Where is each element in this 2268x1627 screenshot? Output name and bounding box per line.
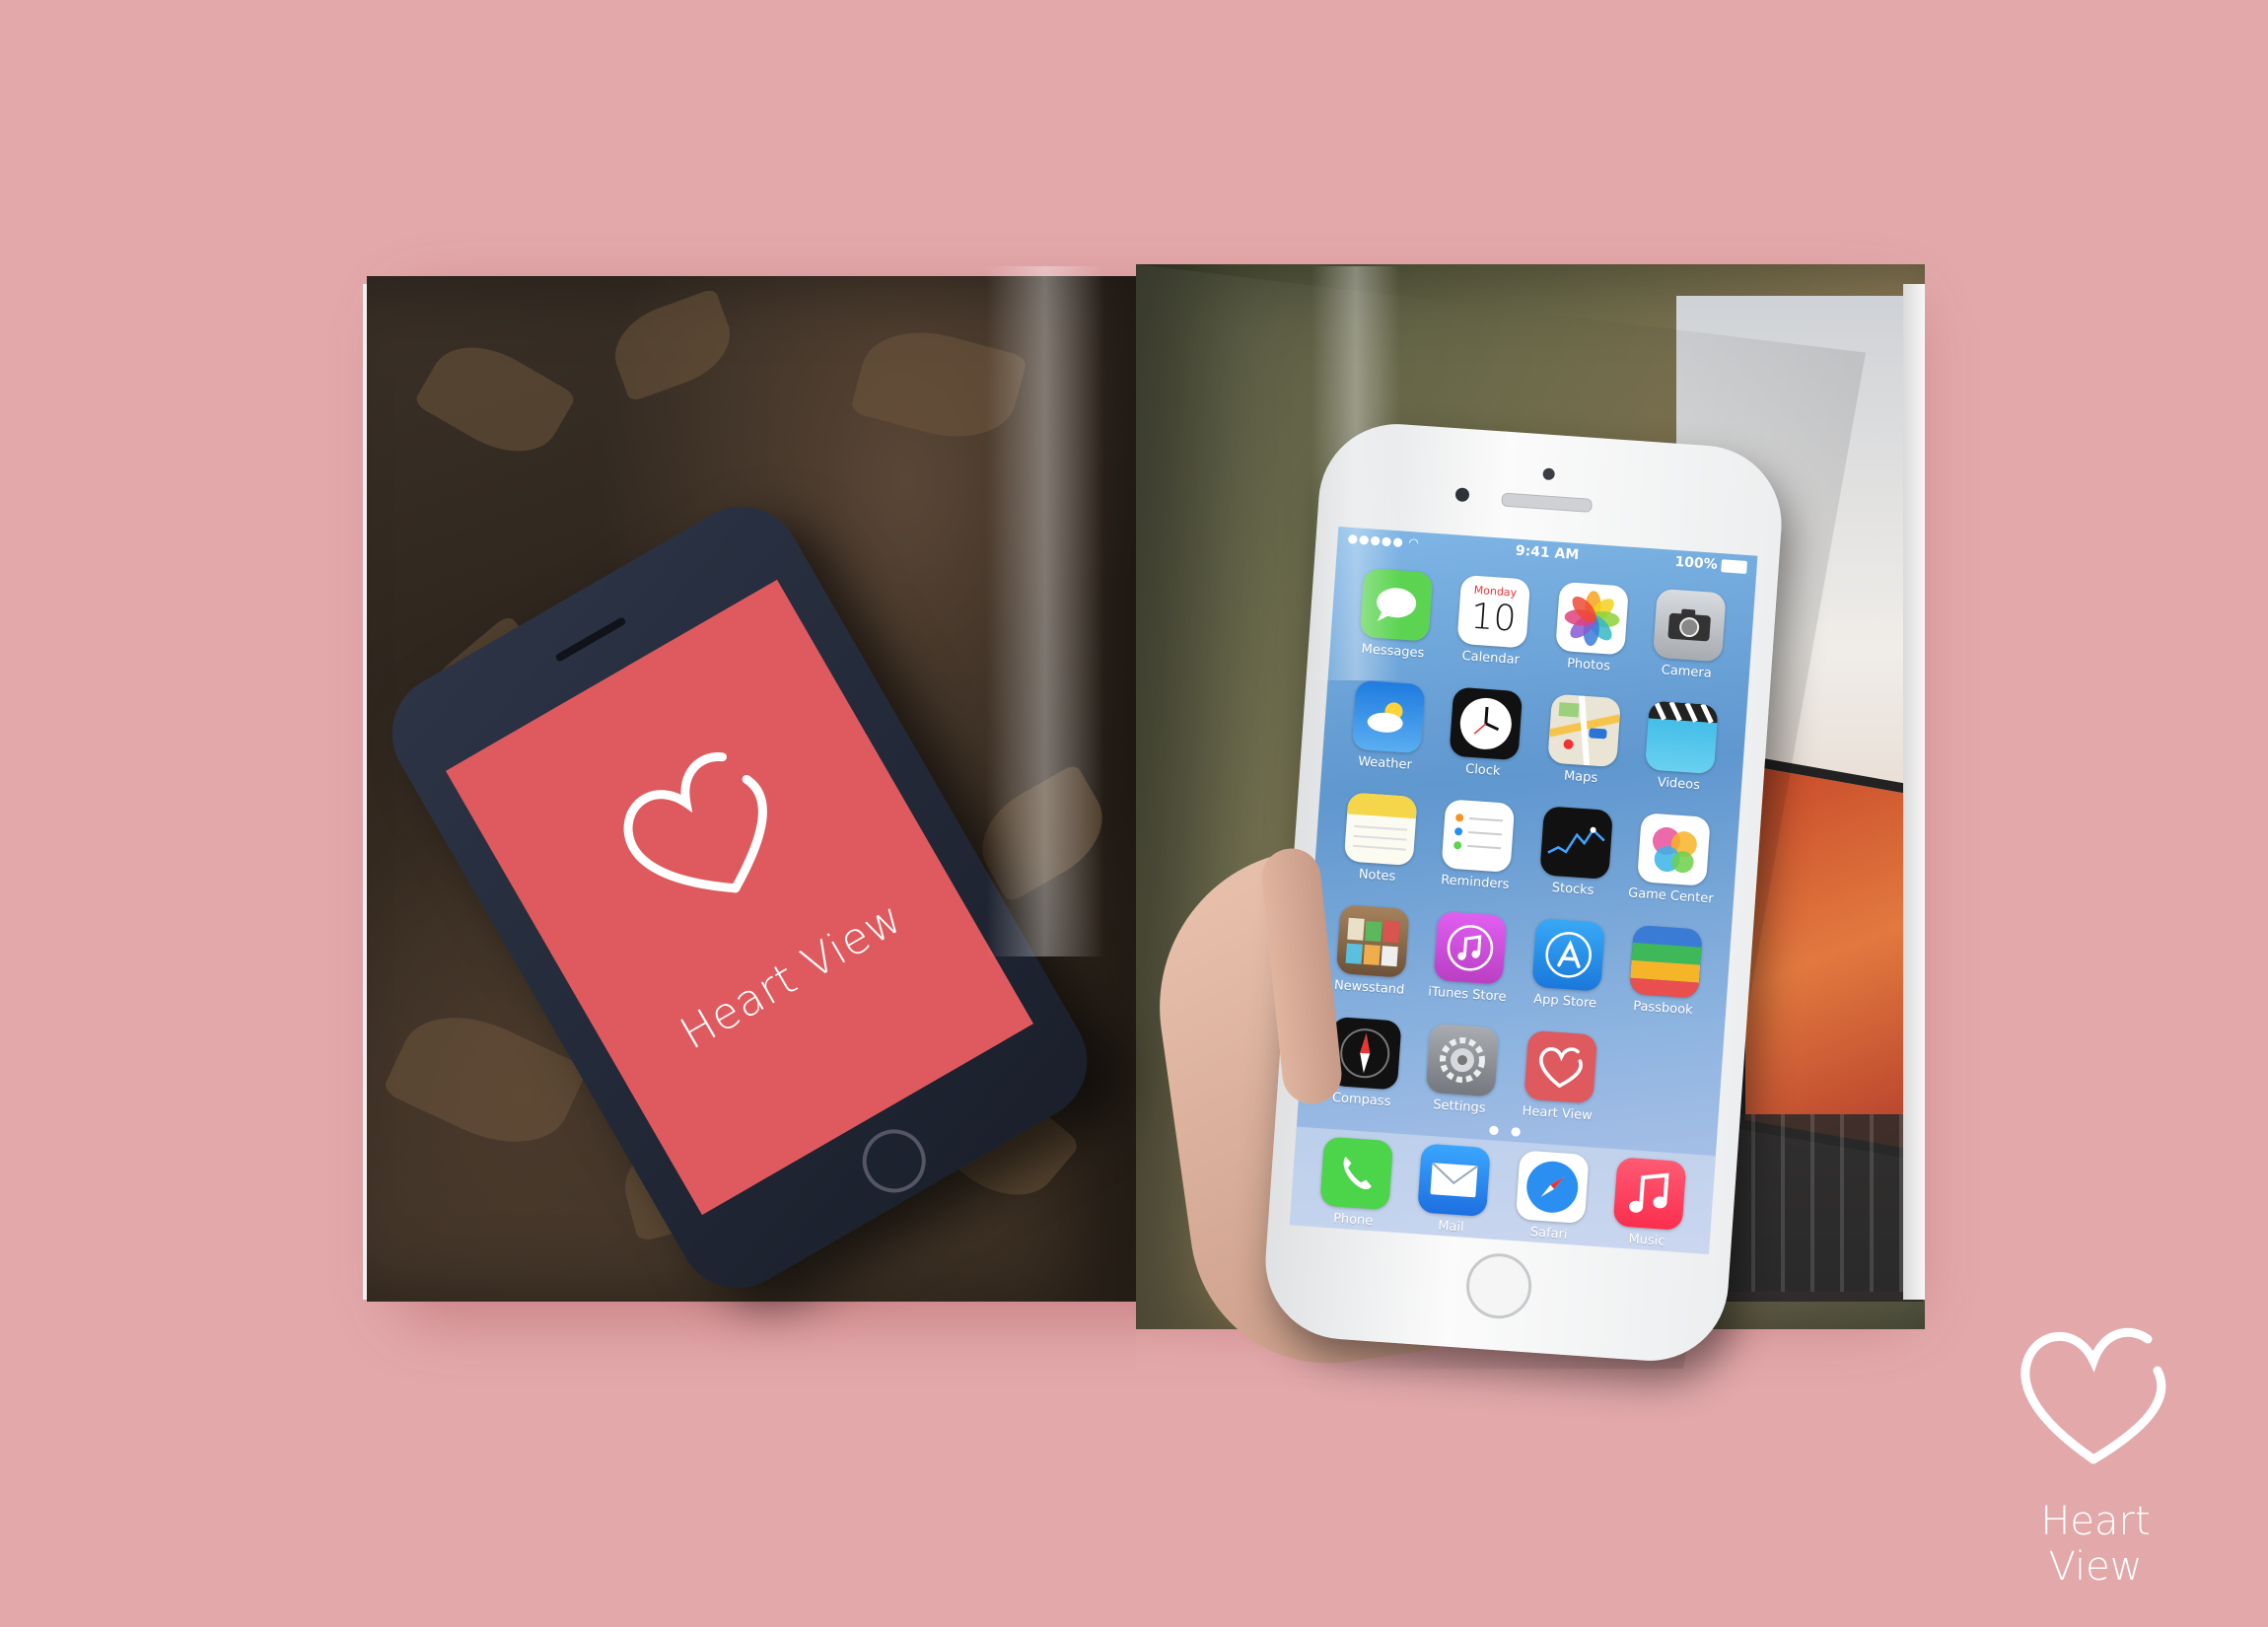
home-button (1463, 1251, 1534, 1321)
magazine-shelf-icon (1335, 904, 1410, 978)
app-label: Mail (1437, 1218, 1465, 1236)
app-label: Calendar (1461, 649, 1521, 669)
app-label: Notes (1358, 867, 1396, 884)
front-camera (1454, 487, 1470, 503)
app-maps[interactable]: Maps (1531, 692, 1636, 788)
app-newsstand[interactable]: Newsstand (1319, 903, 1424, 999)
stock-chart-icon (1539, 806, 1613, 880)
app-itunes-store[interactable]: iTunes Store (1418, 910, 1523, 1006)
music-note-icon (1612, 1157, 1687, 1232)
app-app-store[interactable]: App Store (1516, 917, 1620, 1013)
dock-app-music[interactable]: Music (1597, 1156, 1702, 1251)
logo-brand-name: Heart View (2040, 1499, 2151, 1590)
flower-icon (1554, 581, 1629, 656)
app-label: Reminders (1440, 873, 1510, 892)
heart-icon (2020, 1327, 2166, 1464)
camera-icon (1653, 588, 1727, 663)
app-label: iTunes Store (1427, 984, 1507, 1006)
app-label: App Store (1532, 991, 1597, 1012)
calendar-day-number: 10 (1469, 596, 1518, 640)
app-label: Newsstand (1333, 977, 1405, 998)
app-label: Photos (1566, 656, 1611, 674)
dock-app-mail[interactable]: Mail (1401, 1142, 1506, 1238)
magazine-spread: Heart View ●●●●● ◠ 9:41 AM 100% Messages (0, 0, 2268, 1627)
app-label: Music (1627, 1232, 1666, 1249)
app-clock[interactable]: Clock (1434, 686, 1538, 782)
app-label: Passbook (1632, 999, 1694, 1019)
right-page-edge (1903, 284, 1925, 1300)
app-game-center[interactable]: Game Center (1621, 812, 1726, 907)
corner-logo: Heart View (1992, 1321, 2199, 1590)
app-label: Safari (1529, 1225, 1569, 1242)
wallet-icon (1629, 924, 1704, 999)
app-stocks[interactable]: Stocks (1524, 805, 1628, 900)
leaf (412, 326, 578, 472)
notepad-icon (1343, 792, 1418, 867)
clapperboard-icon (1645, 700, 1719, 775)
status-battery: 100% (1673, 553, 1719, 573)
phone-speaker (1501, 492, 1594, 513)
app-store-icon (1531, 917, 1605, 992)
app-passbook[interactable]: Passbook (1613, 924, 1718, 1020)
phone-icon (1319, 1136, 1393, 1211)
app-settings[interactable]: Settings (1410, 1023, 1515, 1118)
app-label: Camera (1661, 663, 1713, 681)
app-notes[interactable]: Notes (1327, 791, 1432, 886)
map-icon (1546, 693, 1621, 768)
app-weather[interactable]: Weather (1335, 679, 1440, 775)
calendar-icon: Monday 10 (1456, 574, 1531, 649)
compass-needle-icon (1515, 1150, 1590, 1225)
app-label: Clock (1464, 761, 1501, 780)
gloss-highlight (1311, 266, 1400, 680)
app-reminders[interactable]: Reminders (1426, 798, 1530, 893)
heart-icon (623, 752, 767, 893)
gear-icon (1425, 1023, 1500, 1097)
app-label: Compass (1331, 1090, 1391, 1110)
app-camera[interactable]: Camera (1637, 588, 1741, 683)
app-label: Settings (1432, 1097, 1487, 1116)
app-videos[interactable]: Videos (1629, 699, 1734, 795)
app-label: Videos (1657, 775, 1701, 794)
heart-icon (1524, 1029, 1597, 1104)
music-note-icon (1433, 911, 1508, 985)
battery-icon (1721, 559, 1747, 574)
app-photos[interactable]: Photos (1539, 581, 1644, 676)
app-heart-view[interactable]: Heart View (1508, 1029, 1612, 1125)
gloss-highlight (986, 266, 1104, 956)
app-label: Weather (1357, 753, 1413, 773)
app-label: Maps (1563, 768, 1598, 786)
cloud-sun-icon (1351, 679, 1426, 754)
app-label: Stocks (1551, 881, 1595, 898)
dock-app-phone[interactable]: Phone (1304, 1135, 1408, 1231)
app-calendar[interactable]: Monday 10 Calendar (1442, 574, 1546, 670)
leaf (602, 287, 743, 403)
envelope-icon (1417, 1143, 1492, 1218)
dock-app-safari[interactable]: Safari (1500, 1149, 1604, 1244)
bubbles-icon (1637, 813, 1712, 886)
app-label: Heart View (1522, 1103, 1594, 1124)
phone-earpiece (554, 615, 627, 663)
camera-dot (1542, 467, 1556, 481)
clock-icon (1449, 686, 1524, 761)
checklist-icon (1441, 799, 1516, 874)
app-label: Game Center (1627, 885, 1715, 907)
app-label: Phone (1332, 1211, 1374, 1230)
